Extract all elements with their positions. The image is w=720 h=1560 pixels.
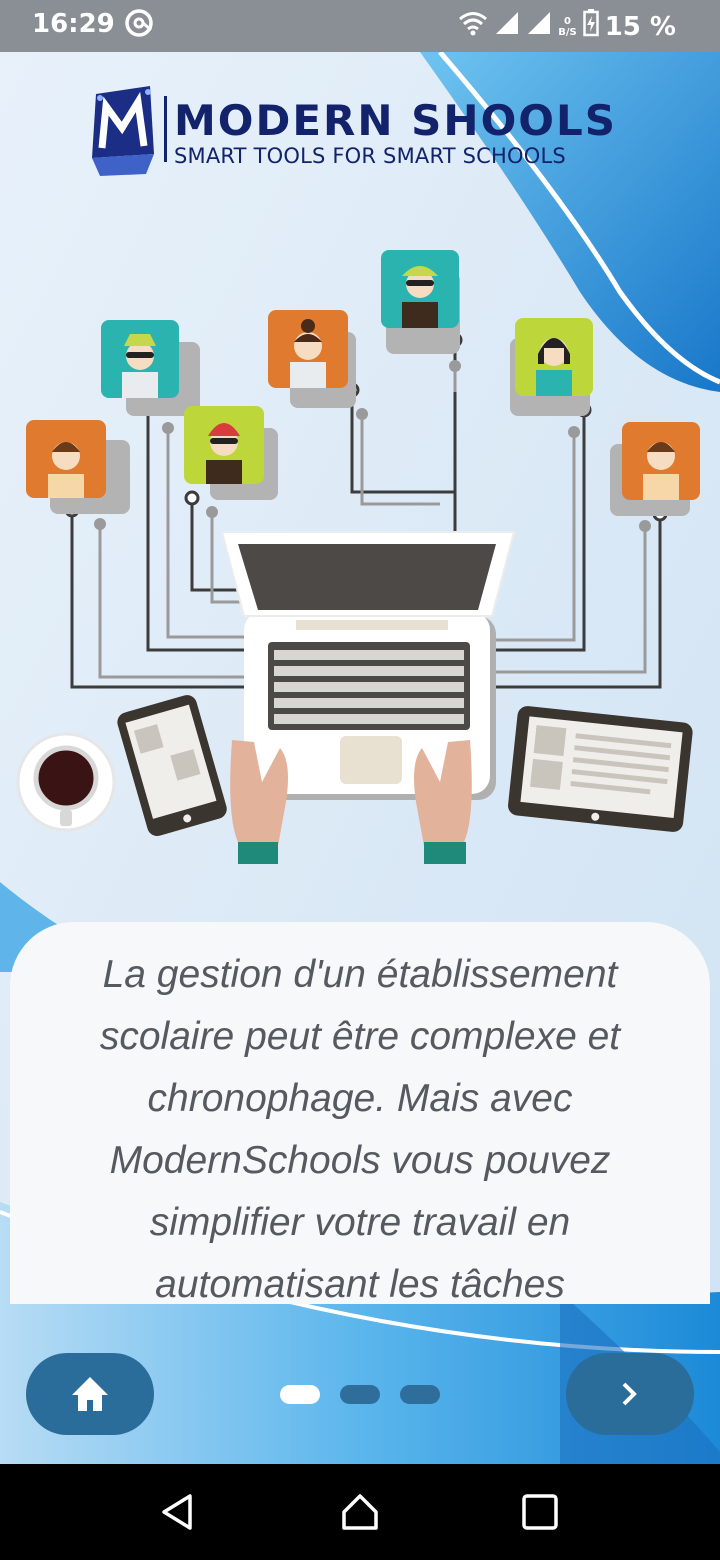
status-time: 16:29 <box>32 9 115 39</box>
app-logo: MODERN SHOOLS SMART TOOLS FOR SMART SCHO… <box>88 86 668 176</box>
page-dot[interactable] <box>400 1385 440 1404</box>
avatar <box>268 310 356 408</box>
logo-mark-icon <box>92 86 154 176</box>
phone <box>117 695 227 837</box>
logo-divider <box>164 96 167 162</box>
home-button[interactable] <box>26 1353 154 1435</box>
coffee-cup <box>16 732 116 832</box>
tablet <box>508 706 693 832</box>
brand-name: MODERN SHOOLS <box>174 96 617 145</box>
avatar <box>381 250 460 354</box>
data-rate-value: 0 <box>563 15 571 27</box>
illustration <box>16 250 700 864</box>
back-triangle-icon[interactable] <box>158 1492 198 1532</box>
onboarding-screen: MODERN SHOOLS SMART TOOLS FOR SMART SCHO… <box>0 52 720 1464</box>
battery-charging-icon <box>582 9 599 44</box>
avatar <box>101 320 200 416</box>
next-button[interactable] <box>566 1353 694 1435</box>
description-card: La gestion d'un établissement scolaire p… <box>10 922 710 1304</box>
at-sign-icon <box>124 8 154 42</box>
avatar <box>610 422 700 516</box>
chevron-right-icon <box>622 1382 637 1406</box>
battery-percentage: 15 % <box>604 11 676 42</box>
signal-icon <box>494 10 520 43</box>
system-nav-bar <box>0 1464 720 1560</box>
avatar <box>26 420 130 514</box>
wifi-icon <box>458 10 488 43</box>
avatar <box>184 406 278 500</box>
data-rate-unit: B/S <box>558 26 577 38</box>
recents-square-icon[interactable] <box>520 1492 560 1532</box>
brand-tagline: SMART TOOLS FOR SMART SCHOOLS <box>174 144 566 168</box>
signal-icon <box>526 10 552 43</box>
home-circle-icon[interactable] <box>340 1492 380 1532</box>
data-rate: 0 B/S <box>558 16 576 38</box>
avatar <box>510 318 593 416</box>
description-text: La gestion d'un établissement scolaire p… <box>99 953 621 1304</box>
page-dot-active[interactable] <box>280 1385 320 1404</box>
page-dot[interactable] <box>340 1385 380 1404</box>
page-indicator <box>280 1385 440 1404</box>
home-icon <box>72 1377 108 1411</box>
status-bar: 16:29 0 B/S 15 % <box>0 0 720 52</box>
